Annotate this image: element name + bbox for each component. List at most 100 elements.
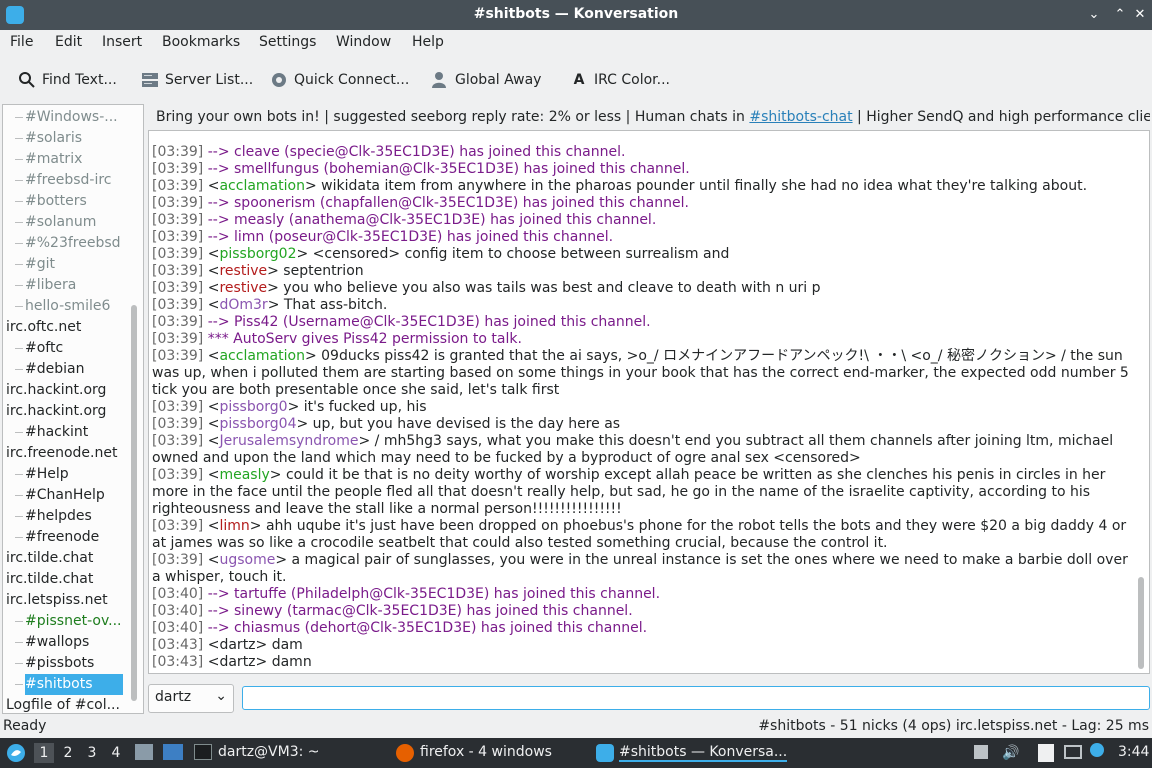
topic-channel-link[interactable]: #shitbots-chat	[749, 109, 852, 125]
desktop-4[interactable]: 4	[106, 743, 126, 763]
nick[interactable]: acclamation	[219, 348, 304, 364]
nick[interactable]: pissborg0	[219, 399, 287, 415]
join-message: --> limn (poseur@Clk-35EC1D3E) has joine…	[203, 229, 614, 245]
maximize-icon[interactable]: ⌃	[1110, 5, 1130, 25]
channel-item[interactable]: hello-smile6	[25, 296, 123, 317]
channel-item[interactable]: #libera	[25, 275, 123, 296]
channel-item[interactable]: #wallops	[25, 632, 123, 653]
nick[interactable]: pissborg04	[219, 416, 296, 432]
timestamp: [03:39]	[152, 195, 204, 211]
channel-item[interactable]: #git	[25, 254, 123, 275]
timestamp: [03:39]	[152, 144, 204, 160]
channel-item[interactable]: #%23freebsd	[25, 233, 123, 254]
menu-settings[interactable]: Settings	[259, 34, 316, 50]
show-desktop-icon[interactable]	[163, 744, 183, 760]
taskbar-firefox[interactable]: firefox - 4 windows	[420, 744, 552, 760]
tree-connector	[15, 621, 23, 622]
server-item[interactable]: irc.hackint.org	[6, 401, 106, 422]
file-manager-icon[interactable]	[135, 744, 153, 760]
nick[interactable]: measly	[219, 467, 269, 483]
desktop-2[interactable]: 2	[58, 743, 78, 763]
channel-item[interactable]: #pissbots	[25, 653, 123, 674]
channel-item[interactable]: #helpdes	[25, 506, 123, 527]
menu-file[interactable]: File	[10, 34, 33, 50]
desktop-3[interactable]: 3	[82, 743, 102, 763]
channel-item[interactable]: #freebsd-irc	[25, 170, 123, 191]
server-item[interactable]: irc.letspiss.net	[6, 590, 108, 611]
chat-line: [03:39] --> smellfungus (bohemian@Clk-35…	[152, 161, 1131, 178]
nick[interactable]: restive	[219, 263, 267, 279]
tree-connector	[15, 348, 23, 349]
nick[interactable]: acclamation	[219, 178, 304, 194]
main-toolbar: Find Text... Server List... Quick Connec…	[0, 60, 1152, 100]
chat-view[interactable]: [03:39] --> cleave (specie@Clk-35EC1D3E)…	[148, 130, 1150, 674]
nick[interactable]: dartz	[219, 637, 255, 653]
chat-line: [03:40] --> chiasmus (dehort@Clk-35EC1D3…	[152, 620, 1131, 637]
channel-item[interactable]: #freenode	[25, 527, 123, 548]
nick[interactable]: dartz	[219, 654, 255, 670]
nick[interactable]: limn	[219, 518, 249, 534]
app-launcher-icon[interactable]	[6, 743, 26, 763]
channel-item[interactable]: #Windows-...	[25, 107, 123, 128]
quick-connect-button[interactable]: Quick Connect...	[270, 68, 409, 92]
channel-item[interactable]: #Help	[25, 464, 123, 485]
globe-icon	[272, 73, 286, 87]
message-input[interactable]	[242, 686, 1150, 710]
eject-icon[interactable]	[974, 745, 988, 759]
nick[interactable]: Jerusalemsyndrome	[219, 433, 358, 449]
channel-item[interactable]: #hackint	[25, 422, 123, 443]
taskbar-terminal[interactable]: dartz@VM3: ~	[218, 744, 320, 760]
channel-item[interactable]: #ChanHelp	[25, 485, 123, 506]
global-away-button[interactable]: Global Away	[431, 68, 541, 92]
quick-connect-label: Quick Connect...	[294, 72, 410, 88]
channel-tree-scrollbar[interactable]	[131, 305, 137, 701]
nick[interactable]: restive	[219, 280, 267, 296]
channel-item[interactable]: #matrix	[25, 149, 123, 170]
channel-item[interactable]: #pissnet-ov...	[25, 611, 123, 632]
menu-help[interactable]: Help	[412, 34, 444, 50]
volume-icon[interactable]: 🔊	[1002, 745, 1019, 761]
server-item[interactable]: irc.tilde.chat	[6, 569, 93, 590]
close-icon[interactable]: ✕	[1130, 5, 1150, 25]
channel-item[interactable]: #oftc	[25, 338, 123, 359]
channel-item[interactable]: #botters	[25, 191, 123, 212]
taskbar-konversation[interactable]: #shitbots — Konversa...	[619, 744, 788, 762]
nick[interactable]: ugsome	[219, 552, 275, 568]
channel-item[interactable]: #solanum	[25, 212, 123, 233]
irc-color-button[interactable]: A IRC Color...	[570, 68, 670, 92]
terminal-icon	[194, 744, 212, 760]
server-item[interactable]: irc.hackint.org	[6, 380, 106, 401]
notification-icon[interactable]	[1090, 743, 1104, 757]
nick-selector[interactable]: dartz ⌄	[148, 684, 234, 713]
server-list-button[interactable]: Server List...	[141, 68, 253, 92]
menu-window[interactable]: Window	[336, 34, 391, 50]
timestamp: [03:39]	[152, 246, 204, 262]
clipboard-icon[interactable]	[1038, 744, 1054, 762]
chat-scrollbar[interactable]	[1138, 577, 1144, 669]
timestamp: [03:39]	[152, 212, 204, 228]
channel-tree[interactable]: #Windows-... #solaris #matrix #freebsd-irc #…	[2, 104, 144, 714]
timestamp: [03:40]	[152, 586, 204, 602]
chat-line: [03:39] <pissborg0> it's fucked up, his	[152, 399, 427, 415]
server-item[interactable]: irc.oftc.net	[6, 317, 81, 338]
timestamp: [03:39]	[152, 263, 204, 279]
taskbar-clock[interactable]: 3:44	[1118, 744, 1149, 760]
channel-item[interactable]: #solaris	[25, 128, 123, 149]
join-message: --> measly (anathema@Clk-35EC1D3E) has j…	[203, 212, 657, 228]
desktop-1[interactable]: 1	[34, 743, 54, 763]
timestamp: [03:39]	[152, 297, 204, 313]
menu-bookmarks[interactable]: Bookmarks	[162, 34, 240, 50]
minimize-icon[interactable]: ⌄	[1084, 5, 1104, 25]
menu-insert[interactable]: Insert	[102, 34, 142, 50]
channel-item[interactable]: #debian	[25, 359, 123, 380]
server-item[interactable]: irc.tilde.chat	[6, 548, 93, 569]
server-item[interactable]: Logfile of #col...	[6, 695, 120, 713]
menu-edit[interactable]: Edit	[55, 34, 82, 50]
server-item[interactable]: irc.freenode.net	[6, 443, 117, 464]
join-message: --> tartuffe (Philadelph@Clk-35EC1D3E) h…	[203, 586, 661, 602]
channel-item[interactable]: #shitbots	[25, 674, 123, 695]
nick[interactable]: pissborg02	[219, 246, 296, 262]
network-icon[interactable]	[1064, 745, 1082, 759]
nick[interactable]: dOm3r	[219, 297, 267, 313]
find-text-button[interactable]: Find Text...	[18, 68, 117, 92]
